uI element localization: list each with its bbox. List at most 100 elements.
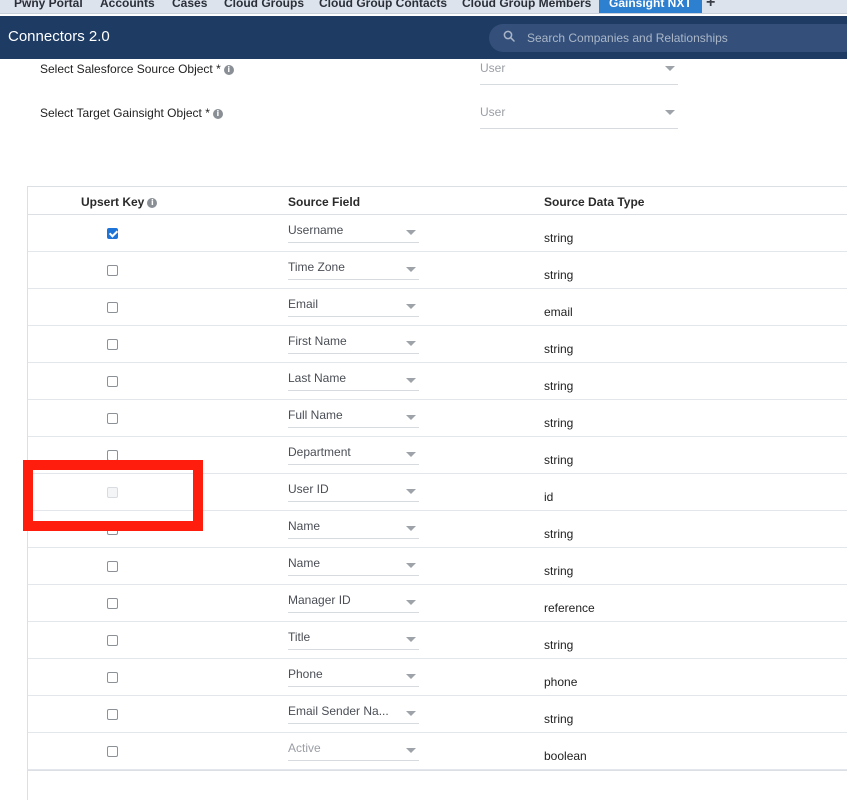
source-data-type: string xyxy=(544,231,574,245)
tab-cases[interactable]: Cases xyxy=(172,0,207,13)
app-tab-strip: Pwny Portal Accounts Cases Cloud Groups … xyxy=(0,0,847,14)
chevron-down-icon xyxy=(406,526,416,531)
source-field-dropdown[interactable]: First Name xyxy=(288,330,419,354)
app-header: Connectors 2.0 xyxy=(0,16,847,59)
source-object-label: Select Salesforce Source Object * i xyxy=(40,62,234,76)
source-field-dropdown[interactable]: Active xyxy=(288,737,419,761)
source-field-dropdown[interactable]: Email xyxy=(288,293,419,317)
chevron-down-icon xyxy=(406,304,416,309)
upsert-key-checkbox[interactable] xyxy=(107,265,118,276)
chevron-down-icon xyxy=(406,341,416,346)
upsert-key-checkbox[interactable] xyxy=(107,339,118,350)
tab-cloud-group-contacts[interactable]: Cloud Group Contacts xyxy=(319,0,447,13)
source-field-dropdown[interactable]: Phone xyxy=(288,663,419,687)
source-field-dropdown[interactable]: Email Sender Na... xyxy=(288,700,419,724)
chevron-down-icon xyxy=(406,452,416,457)
upsert-key-checkbox[interactable] xyxy=(107,672,118,683)
source-data-type: string xyxy=(544,564,574,578)
table-row: Username string xyxy=(28,215,847,252)
source-data-type: string xyxy=(544,268,574,282)
search-icon xyxy=(503,30,515,42)
source-field-value: Last Name xyxy=(288,371,347,385)
upsert-key-checkbox[interactable] xyxy=(107,228,118,239)
source-field-value: Full Name xyxy=(288,408,343,422)
source-field-value: Manager ID xyxy=(288,593,351,607)
tab-accounts[interactable]: Accounts xyxy=(100,0,155,13)
target-object-label: Select Target Gainsight Object * i xyxy=(40,106,223,120)
table-row: Manager ID reference xyxy=(28,585,847,622)
source-data-type: string xyxy=(544,453,574,467)
column-header-upsert-key: Upsert Key i xyxy=(81,195,158,209)
upsert-key-checkbox[interactable] xyxy=(107,635,118,646)
source-object-dropdown[interactable]: User xyxy=(480,61,678,85)
table-row: First Name string xyxy=(28,326,847,363)
source-data-type: string xyxy=(544,527,574,541)
upsert-key-checkbox[interactable] xyxy=(107,302,118,313)
table-footer-divider xyxy=(28,770,847,771)
tab-gainsight-nxt[interactable]: Gainsight NXT xyxy=(599,0,702,13)
source-field-dropdown[interactable]: Username xyxy=(288,219,419,243)
source-field-dropdown[interactable]: Manager ID xyxy=(288,589,419,613)
table-row: Time Zone string xyxy=(28,252,847,289)
source-field-value: Phone xyxy=(288,667,323,681)
chevron-down-icon xyxy=(406,637,416,642)
source-field-value: Email xyxy=(288,297,319,311)
tab-pwny-portal[interactable]: Pwny Portal xyxy=(14,0,83,13)
source-data-type: email xyxy=(544,305,573,319)
chevron-down-icon xyxy=(406,230,416,235)
chevron-down-icon xyxy=(406,489,416,494)
source-field-dropdown[interactable]: Name xyxy=(288,515,419,539)
upsert-key-checkbox[interactable] xyxy=(107,709,118,720)
source-field-dropdown[interactable]: Full Name xyxy=(288,404,419,428)
chevron-down-icon xyxy=(665,66,675,71)
table-row: Last Name string xyxy=(28,363,847,400)
source-data-type: reference xyxy=(544,601,595,615)
table-row: Title string xyxy=(28,622,847,659)
upsert-key-checkbox[interactable] xyxy=(107,376,118,387)
tab-cloud-groups[interactable]: Cloud Groups xyxy=(224,0,304,13)
source-field-dropdown[interactable]: Last Name xyxy=(288,367,419,391)
column-header-source-data-type: Source Data Type xyxy=(544,195,645,209)
upsert-key-checkbox[interactable] xyxy=(107,413,118,424)
search-input[interactable] xyxy=(527,29,827,47)
tab-cloud-group-members[interactable]: Cloud Group Members xyxy=(462,0,591,13)
target-object-dropdown[interactable]: User xyxy=(480,105,678,129)
global-search[interactable] xyxy=(489,24,847,52)
info-icon[interactable]: i xyxy=(212,108,223,119)
source-field-value: Department xyxy=(288,445,351,459)
page-title: Connectors 2.0 xyxy=(8,28,110,45)
source-field-dropdown[interactable]: Time Zone xyxy=(288,256,419,280)
chevron-down-icon xyxy=(406,748,416,753)
source-field-dropdown[interactable]: Title xyxy=(288,626,419,650)
table-row: Phone phone xyxy=(28,659,847,696)
source-object-value: User xyxy=(480,61,506,75)
source-data-type: string xyxy=(544,638,574,652)
add-tab-button[interactable]: + xyxy=(706,0,715,11)
table-row: Full Name string xyxy=(28,400,847,437)
info-icon[interactable]: i xyxy=(147,197,158,208)
upsert-key-checkbox[interactable] xyxy=(107,598,118,609)
chevron-down-icon xyxy=(406,415,416,420)
target-object-value: User xyxy=(480,105,506,119)
source-field-dropdown[interactable]: Department xyxy=(288,441,419,465)
chevron-down-icon xyxy=(665,110,675,115)
chevron-down-icon xyxy=(406,674,416,679)
table-row: Email email xyxy=(28,289,847,326)
source-field-dropdown[interactable]: User ID xyxy=(288,478,419,502)
source-field-value: User ID xyxy=(288,482,329,496)
upsert-key-checkbox[interactable] xyxy=(107,746,118,757)
source-field-value: Username xyxy=(288,223,344,237)
table-row: Name string xyxy=(28,548,847,585)
info-icon[interactable]: i xyxy=(223,64,234,75)
source-data-type: string xyxy=(544,712,574,726)
source-field-value: Email Sender Na... xyxy=(288,704,389,718)
upsert-key-checkbox[interactable] xyxy=(107,561,118,572)
source-field-value: First Name xyxy=(288,334,347,348)
source-data-type: id xyxy=(544,490,554,504)
chevron-down-icon xyxy=(406,711,416,716)
source-field-value: Active xyxy=(288,741,321,755)
source-data-type: phone xyxy=(544,675,578,689)
highlight-annotation xyxy=(23,460,203,531)
source-data-type: string xyxy=(544,379,574,393)
source-field-dropdown[interactable]: Name xyxy=(288,552,419,576)
